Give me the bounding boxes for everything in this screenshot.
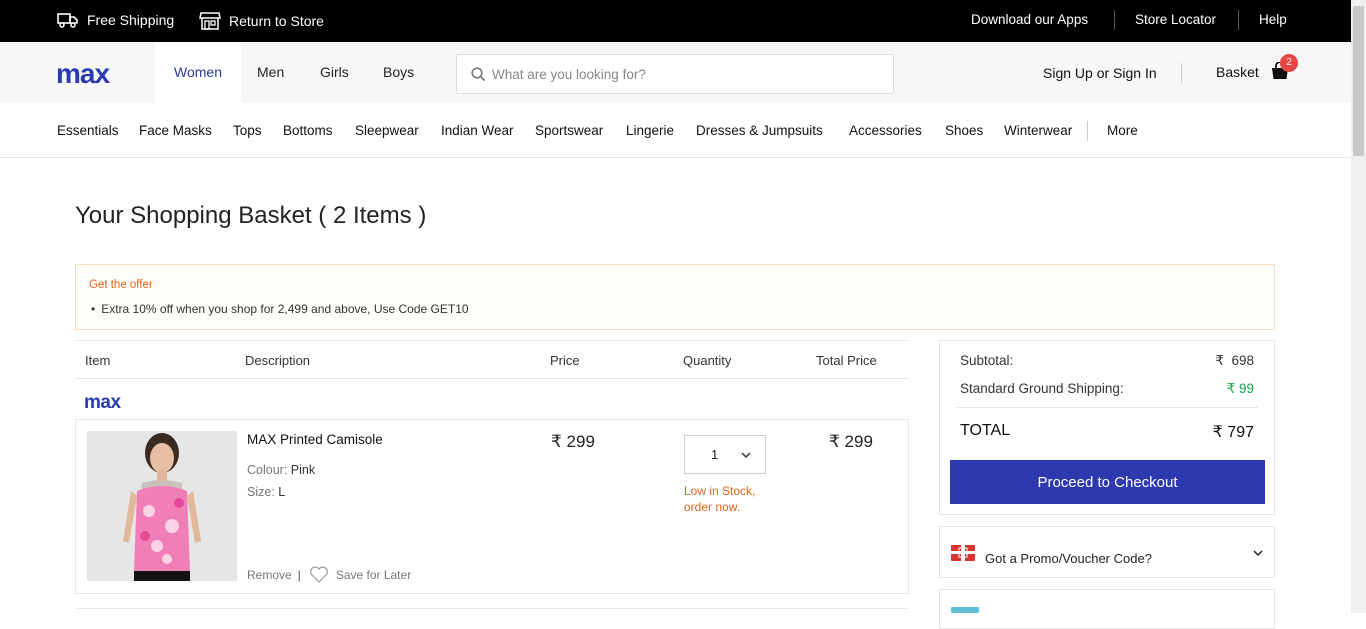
- divider: [1087, 121, 1088, 141]
- save-for-later-link[interactable]: Save for Later: [336, 568, 411, 582]
- shipping-value: ₹ 99: [1226, 381, 1254, 396]
- chevron-down-icon: [741, 452, 751, 459]
- category-nav: Essentials Face Masks Tops Bottoms Sleep…: [0, 103, 1351, 158]
- category-winterwear[interactable]: Winterwear: [1004, 123, 1072, 138]
- basket-table-header: Item Description Price Quantity Total Pr…: [75, 340, 909, 379]
- column-header-total-price: Total Price: [816, 353, 877, 368]
- total-value: ₹ 797: [1212, 424, 1254, 441]
- promo-code-accordion[interactable]: Got a Promo/Voucher Code?: [939, 526, 1275, 578]
- max-logo[interactable]: max: [56, 58, 110, 90]
- category-accessories[interactable]: Accessories: [849, 123, 922, 138]
- scrollbar-thumb[interactable]: [1353, 6, 1364, 156]
- download-apps-link[interactable]: Download our Apps: [971, 12, 1088, 27]
- tab-boys[interactable]: Boys: [364, 42, 433, 103]
- size-label: Size:: [247, 485, 275, 499]
- category-essentials[interactable]: Essentials: [57, 123, 119, 138]
- column-header-description: Description: [245, 353, 311, 368]
- divider: [1114, 10, 1115, 30]
- remove-link[interactable]: Remove: [247, 568, 292, 582]
- gift-voucher-icon: [951, 545, 975, 561]
- order-summary: Subtotal: ₹ 698 Standard Ground Shipping…: [939, 340, 1275, 515]
- category-dresses-jumpsuits[interactable]: Dresses & Jumpsuits: [696, 123, 823, 138]
- column-header-price: Price: [550, 353, 580, 368]
- page-scrollbar[interactable]: [1351, 0, 1366, 613]
- offer-text: Extra 10% off when you shop for 2,499 an…: [101, 302, 469, 316]
- total-label: TOTAL: [960, 422, 1011, 439]
- shipping-label: Standard Ground Shipping:: [960, 381, 1124, 396]
- sign-in-link[interactable]: Sign Up or Sign In: [1043, 65, 1157, 81]
- truck-icon: [57, 13, 78, 28]
- panel-icon: [951, 607, 979, 613]
- offer-line: • Extra 10% off when you shop for 2,499 a…: [91, 302, 469, 316]
- quantity-value: 1: [711, 447, 719, 462]
- basket-count-badge: 2: [1280, 54, 1298, 72]
- category-sleepwear[interactable]: Sleepwear: [355, 123, 419, 138]
- colour-label: Colour:: [247, 463, 288, 477]
- page-title: Your Shopping Basket ( 2 Items ): [75, 202, 427, 229]
- item-actions: Remove | Save for Later: [247, 566, 411, 583]
- category-shoes[interactable]: Shoes: [945, 123, 983, 138]
- category-bottoms[interactable]: Bottoms: [283, 123, 333, 138]
- column-header-item: Item: [85, 353, 111, 368]
- product-photo-illustration: [87, 431, 237, 581]
- tab-girls[interactable]: Girls: [301, 42, 368, 103]
- search-box: [456, 54, 894, 94]
- category-indian-wear[interactable]: Indian Wear: [441, 123, 514, 138]
- low-stock-message: Low in Stock, order now.: [684, 484, 756, 514]
- free-shipping-link[interactable]: Free Shipping: [57, 12, 174, 28]
- tab-men[interactable]: Men: [238, 42, 303, 103]
- category-lingerie[interactable]: Lingerie: [626, 123, 674, 138]
- category-face-masks[interactable]: Face Masks: [139, 123, 212, 138]
- size-value: L: [278, 485, 286, 499]
- product-size: Size: L: [247, 485, 285, 499]
- item-price: ₹ 299: [551, 432, 595, 451]
- divider: [1238, 10, 1239, 30]
- next-item-row: [75, 608, 909, 618]
- colour-value: Pink: [290, 463, 316, 477]
- seller-brand-logo: max: [84, 392, 121, 413]
- tab-women[interactable]: Women: [155, 42, 241, 103]
- category-sportswear[interactable]: Sportswear: [535, 123, 603, 138]
- heart-icon[interactable]: [309, 566, 329, 583]
- return-to-store-label: Return to Store: [229, 13, 324, 29]
- store-icon: [199, 12, 221, 30]
- offer-heading: Get the offer: [89, 279, 153, 291]
- category-more[interactable]: More: [1107, 123, 1138, 138]
- product-image[interactable]: [87, 431, 237, 581]
- basket-link[interactable]: Basket: [1216, 64, 1259, 80]
- divider: |: [297, 567, 301, 582]
- quantity-select[interactable]: 1: [684, 435, 766, 474]
- promo-label: Got a Promo/Voucher Code?: [985, 551, 1152, 566]
- search-icon: [471, 67, 486, 82]
- total-row: TOTAL ₹ 797: [960, 422, 1254, 441]
- product-name[interactable]: MAX Printed Camisole: [247, 432, 383, 447]
- product-colour: Colour: Pink: [247, 463, 315, 477]
- help-link[interactable]: Help: [1259, 12, 1287, 27]
- item-total-price: ₹ 299: [829, 432, 873, 451]
- subtotal-value: ₹ 698: [1215, 353, 1254, 368]
- return-to-store-link[interactable]: Return to Store: [199, 12, 324, 30]
- chevron-down-icon: [1253, 550, 1263, 557]
- search-input[interactable]: [492, 55, 882, 93]
- free-shipping-label: Free Shipping: [87, 12, 175, 28]
- top-bar: Free Shipping Return to Store Download o…: [0, 0, 1351, 42]
- divider: [956, 407, 1258, 408]
- category-tops[interactable]: Tops: [233, 123, 262, 138]
- next-summary-panel: [939, 589, 1275, 629]
- subtotal-row: Subtotal: ₹ 698: [960, 353, 1254, 368]
- column-header-quantity: Quantity: [683, 353, 732, 368]
- basket-item-row: MAX Printed Camisole Colour: Pink Size: …: [75, 419, 909, 594]
- shipping-row: Standard Ground Shipping: ₹ 99: [960, 381, 1254, 396]
- divider: [1181, 63, 1182, 83]
- logo-text: max: [56, 58, 110, 89]
- store-locator-link[interactable]: Store Locator: [1135, 12, 1216, 27]
- main-header: max Women Men Girls Boys Sign Up or Sign…: [0, 42, 1351, 103]
- proceed-to-checkout-button[interactable]: Proceed to Checkout: [950, 460, 1265, 504]
- offer-banner: Get the offer • Extra 10% off when you sh…: [75, 264, 1275, 330]
- subtotal-label: Subtotal:: [960, 353, 1014, 368]
